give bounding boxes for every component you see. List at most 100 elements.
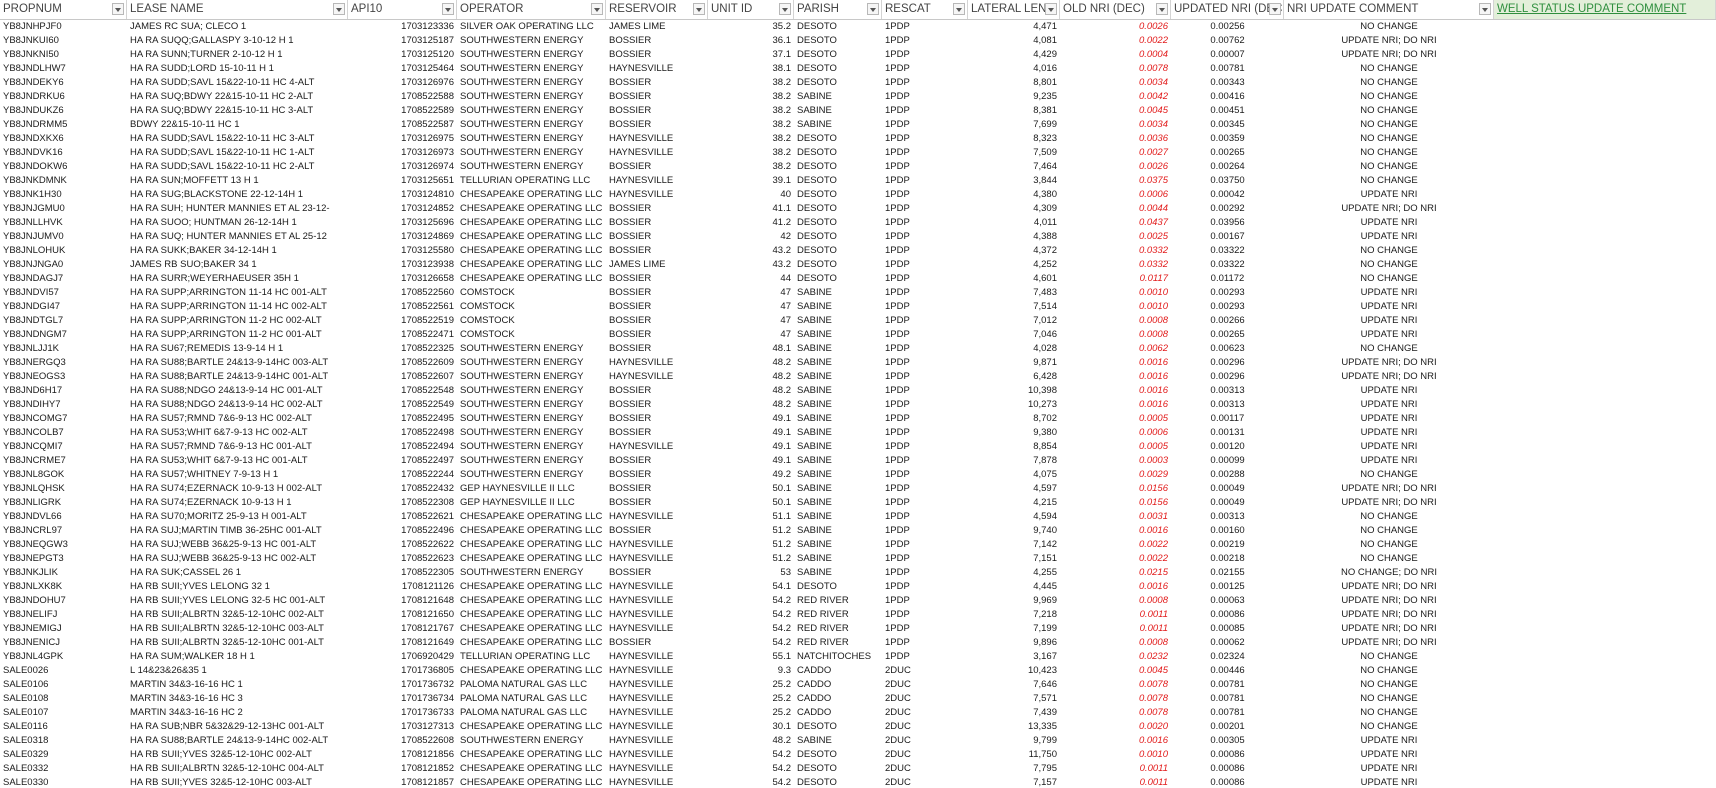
cell-parish[interactable]: SABINE — [794, 426, 882, 440]
cell-lateral[interactable]: 6,428 — [968, 370, 1060, 384]
cell-status[interactable] — [1494, 272, 1716, 286]
cell-status[interactable] — [1494, 440, 1716, 454]
cell-rescat[interactable]: 1PDP — [882, 440, 968, 454]
cell-propnum[interactable]: YB8JNKJLIK — [0, 566, 127, 580]
cell-operator[interactable]: SOUTHWESTERN ENERGY — [457, 454, 606, 468]
cell-unit_id[interactable]: 37.1 — [708, 48, 794, 62]
cell-propnum[interactable]: YB8JNKUI60 — [0, 34, 127, 48]
cell-status[interactable] — [1494, 160, 1716, 174]
cell-propnum[interactable]: YB8JNCQMI7 — [0, 440, 127, 454]
cell-lateral[interactable]: 7,514 — [968, 300, 1060, 314]
cell-api[interactable]: 1701736732 — [348, 678, 457, 692]
cell-lateral[interactable]: 3,167 — [968, 650, 1060, 664]
cell-reservoir[interactable]: HAYNESVILLE — [606, 510, 708, 524]
cell-propnum[interactable]: YB8JND6H17 — [0, 384, 127, 398]
cell-unit_id[interactable]: 53 — [708, 566, 794, 580]
cell-parish[interactable]: SABINE — [794, 566, 882, 580]
cell-status[interactable] — [1494, 230, 1716, 244]
cell-lateral[interactable]: 7,464 — [968, 160, 1060, 174]
filter-dropdown-icon[interactable] — [867, 3, 879, 15]
cell-new_nri[interactable]: 0.03322 — [1171, 244, 1284, 258]
cell-rescat[interactable]: 1PDP — [882, 48, 968, 62]
cell-status[interactable] — [1494, 594, 1716, 608]
cell-new_nri[interactable]: 0.00265 — [1171, 328, 1284, 342]
cell-operator[interactable]: SOUTHWESTERN ENERGY — [457, 34, 606, 48]
cell-reservoir[interactable]: BOSSIER — [606, 412, 708, 426]
cell-reservoir[interactable]: BOSSIER — [606, 118, 708, 132]
cell-unit_id[interactable]: 43.2 — [708, 244, 794, 258]
cell-unit_id[interactable]: 48.2 — [708, 356, 794, 370]
cell-lease[interactable]: HA RB SUII;ALBRTN 32&5-12-10HC 004-ALT — [127, 762, 348, 776]
cell-lateral[interactable]: 7,878 — [968, 454, 1060, 468]
cell-old_nri[interactable]: 0.0016 — [1060, 398, 1171, 412]
cell-comment[interactable]: UPDATE NRI; DO NRI — [1284, 356, 1494, 370]
cell-status[interactable] — [1494, 468, 1716, 482]
cell-rescat[interactable]: 1PDP — [882, 650, 968, 664]
cell-propnum[interactable]: YB8JNCRL97 — [0, 524, 127, 538]
cell-reservoir[interactable]: BOSSIER — [606, 76, 708, 90]
cell-parish[interactable]: SABINE — [794, 440, 882, 454]
cell-new_nri[interactable]: 0.00264 — [1171, 160, 1284, 174]
cell-new_nri[interactable]: 0.00218 — [1171, 552, 1284, 566]
cell-unit_id[interactable]: 43.2 — [708, 258, 794, 272]
cell-api[interactable]: 1708522561 — [348, 300, 457, 314]
cell-new_nri[interactable]: 0.00313 — [1171, 398, 1284, 412]
filter-dropdown-icon[interactable] — [591, 3, 603, 15]
cell-reservoir[interactable]: BOSSIER — [606, 384, 708, 398]
cell-rescat[interactable]: 2DUC — [882, 748, 968, 762]
cell-lateral[interactable]: 9,871 — [968, 356, 1060, 370]
cell-parish[interactable]: SABINE — [794, 300, 882, 314]
cell-lease[interactable]: HA RA SU74;EZERNACK 10-9-13 H 1 — [127, 496, 348, 510]
cell-api[interactable]: 1708522548 — [348, 384, 457, 398]
cell-propnum[interactable]: SALE0318 — [0, 734, 127, 748]
cell-old_nri[interactable]: 0.0034 — [1060, 118, 1171, 132]
cell-unit_id[interactable]: 54.2 — [708, 762, 794, 776]
cell-api[interactable]: 1708522496 — [348, 524, 457, 538]
cell-new_nri[interactable]: 0.00781 — [1171, 692, 1284, 706]
cell-propnum[interactable]: YB8JNL4GPK — [0, 650, 127, 664]
cell-status[interactable] — [1494, 748, 1716, 762]
cell-comment[interactable]: NO CHANGE; DO NRI — [1284, 566, 1494, 580]
cell-propnum[interactable]: YB8JNCRME7 — [0, 454, 127, 468]
cell-new_nri[interactable]: 0.02324 — [1171, 650, 1284, 664]
cell-propnum[interactable]: YB8JNERGQ3 — [0, 356, 127, 370]
cell-unit_id[interactable]: 48.2 — [708, 734, 794, 748]
cell-parish[interactable]: RED RIVER — [794, 608, 882, 622]
cell-api[interactable]: 1708522305 — [348, 566, 457, 580]
cell-operator[interactable]: CHESAPEAKE OPERATING LLC — [457, 552, 606, 566]
cell-comment[interactable]: UPDATE NRI — [1284, 384, 1494, 398]
cell-lease[interactable]: HA RA SU88;BARTLE 24&13-9-14HC 002-ALT — [127, 734, 348, 748]
cell-operator[interactable]: CHESAPEAKE OPERATING LLC — [457, 636, 606, 650]
cell-reservoir[interactable]: HAYNESVILLE — [606, 678, 708, 692]
cell-api[interactable]: 1703126658 — [348, 272, 457, 286]
cell-rescat[interactable]: 1PDP — [882, 118, 968, 132]
cell-lease[interactable]: HA RA SU88;BARTLE 24&13-9-14HC 001-ALT — [127, 370, 348, 384]
cell-unit_id[interactable]: 38.2 — [708, 160, 794, 174]
cell-unit_id[interactable]: 48.2 — [708, 398, 794, 412]
cell-parish[interactable]: DESOTO — [794, 146, 882, 160]
cell-operator[interactable]: SOUTHWESTERN ENERGY — [457, 412, 606, 426]
cell-lateral[interactable]: 4,255 — [968, 566, 1060, 580]
cell-lateral[interactable]: 4,215 — [968, 496, 1060, 510]
cell-operator[interactable]: SOUTHWESTERN ENERGY — [457, 440, 606, 454]
cell-propnum[interactable]: YB8JNHPJF0 — [0, 20, 127, 34]
cell-parish[interactable]: DESOTO — [794, 230, 882, 244]
cell-comment[interactable]: UPDATE NRI — [1284, 440, 1494, 454]
cell-rescat[interactable]: 1PDP — [882, 160, 968, 174]
cell-old_nri[interactable]: 0.0022 — [1060, 552, 1171, 566]
cell-parish[interactable]: DESOTO — [794, 20, 882, 34]
cell-lateral[interactable]: 9,799 — [968, 734, 1060, 748]
cell-rescat[interactable]: 1PDP — [882, 412, 968, 426]
cell-lateral[interactable]: 4,372 — [968, 244, 1060, 258]
cell-lateral[interactable]: 4,429 — [968, 48, 1060, 62]
cell-unit_id[interactable]: 35.2 — [708, 20, 794, 34]
cell-new_nri[interactable]: 0.00086 — [1171, 776, 1284, 788]
cell-old_nri[interactable]: 0.0011 — [1060, 762, 1171, 776]
cell-api[interactable]: 1701736805 — [348, 664, 457, 678]
cell-new_nri[interactable]: 0.00293 — [1171, 286, 1284, 300]
cell-comment[interactable]: UPDATE NRI; DO NRI — [1284, 202, 1494, 216]
cell-rescat[interactable]: 2DUC — [882, 692, 968, 706]
cell-old_nri[interactable]: 0.0437 — [1060, 216, 1171, 230]
cell-rescat[interactable]: 1PDP — [882, 622, 968, 636]
cell-lateral[interactable]: 4,011 — [968, 216, 1060, 230]
